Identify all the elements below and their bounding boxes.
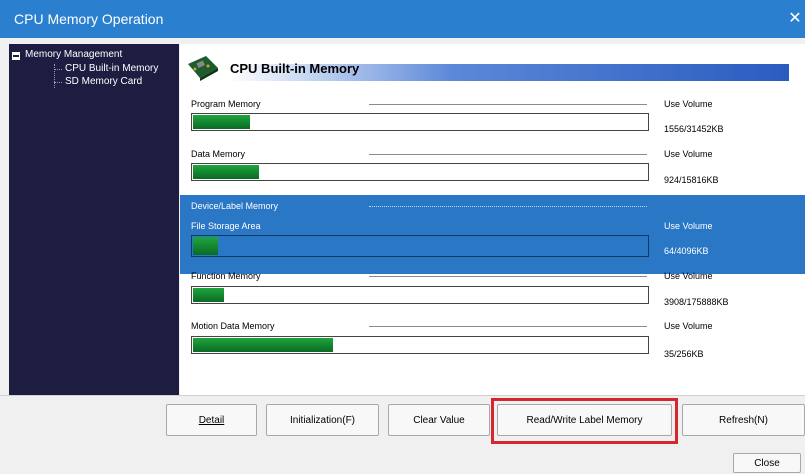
tree-connector xyxy=(54,69,62,70)
function-memory-value: 3908/175888KB xyxy=(664,297,729,307)
memory-tree: Memory Management CPU Built-in Memory SD… xyxy=(9,44,179,395)
tree-connector xyxy=(54,64,55,88)
file-storage-bar xyxy=(191,235,649,257)
initialization-button[interactable]: Initialization(F) xyxy=(266,404,379,436)
device-label-memory-group[interactable]: Device/Label Memory File Storage Area Us… xyxy=(180,195,805,274)
device-label-memory-label: Device/Label Memory xyxy=(191,201,279,211)
clear-value-button[interactable]: Clear Value xyxy=(388,404,490,436)
program-memory-bar xyxy=(191,113,649,131)
data-memory-value: 924/15816KB xyxy=(664,175,719,185)
row-divider xyxy=(369,154,647,155)
window-title: CPU Memory Operation xyxy=(14,11,164,27)
memory-chip-icon xyxy=(188,56,218,81)
initialization-button-label: Initialization(F) xyxy=(289,415,356,426)
function-memory-use-label: Use Volume xyxy=(664,271,713,281)
program-memory-value: 1556/31452KB xyxy=(664,124,724,134)
collapse-toggle-icon[interactable] xyxy=(12,52,20,60)
tree-connector xyxy=(54,82,62,83)
function-memory-bar-fill xyxy=(193,288,224,302)
file-storage-value: 64/4096KB xyxy=(664,246,709,256)
data-memory-use-label: Use Volume xyxy=(664,149,713,159)
motion-data-memory-bar-fill xyxy=(193,338,333,352)
header-title: CPU Built-in Memory xyxy=(230,61,360,76)
data-memory-label: Data Memory xyxy=(191,149,246,159)
memory-detail-panel: CPU Built-in Memory Program Memory Use V… xyxy=(180,44,805,395)
row-divider xyxy=(369,104,647,105)
row-divider xyxy=(369,206,647,207)
function-memory-label: Function Memory xyxy=(191,271,261,281)
detail-button[interactable]: Detail xyxy=(166,404,257,436)
row-divider xyxy=(369,326,647,327)
motion-data-memory-value: 35/256KB xyxy=(664,349,704,359)
clear-value-button-label: Clear Value xyxy=(413,415,465,426)
file-storage-area-label: File Storage Area xyxy=(191,221,261,231)
close-button-label: Close xyxy=(754,458,780,469)
highlight-box xyxy=(491,398,678,444)
motion-data-memory-label: Motion Data Memory xyxy=(191,321,275,331)
file-storage-use-label: Use Volume xyxy=(664,221,713,231)
refresh-button[interactable]: Refresh(N) xyxy=(682,404,805,436)
close-icon[interactable]: ✕ xyxy=(785,9,805,29)
motion-data-memory-use-label: Use Volume xyxy=(664,321,713,331)
function-memory-bar xyxy=(191,286,649,304)
detail-button-label: Detail xyxy=(198,415,225,426)
program-memory-bar-fill xyxy=(193,115,250,129)
title-bar: CPU Memory Operation ✕ xyxy=(0,0,805,38)
row-divider xyxy=(369,276,647,277)
close-button[interactable]: Close xyxy=(733,453,801,473)
motion-data-memory-bar xyxy=(191,336,649,354)
program-memory-use-label: Use Volume xyxy=(664,99,713,109)
refresh-button-label: Refresh(N) xyxy=(719,415,768,426)
tree-item-cpu-built-in-memory[interactable]: CPU Built-in Memory xyxy=(65,63,158,74)
data-memory-bar-fill xyxy=(193,165,259,179)
tree-item-sd-memory-card[interactable]: SD Memory Card xyxy=(65,76,142,87)
tree-root-memory-management[interactable]: Memory Management xyxy=(25,49,122,60)
data-memory-bar xyxy=(191,163,649,181)
file-storage-bar-fill xyxy=(193,237,218,255)
program-memory-label: Program Memory xyxy=(191,99,261,109)
